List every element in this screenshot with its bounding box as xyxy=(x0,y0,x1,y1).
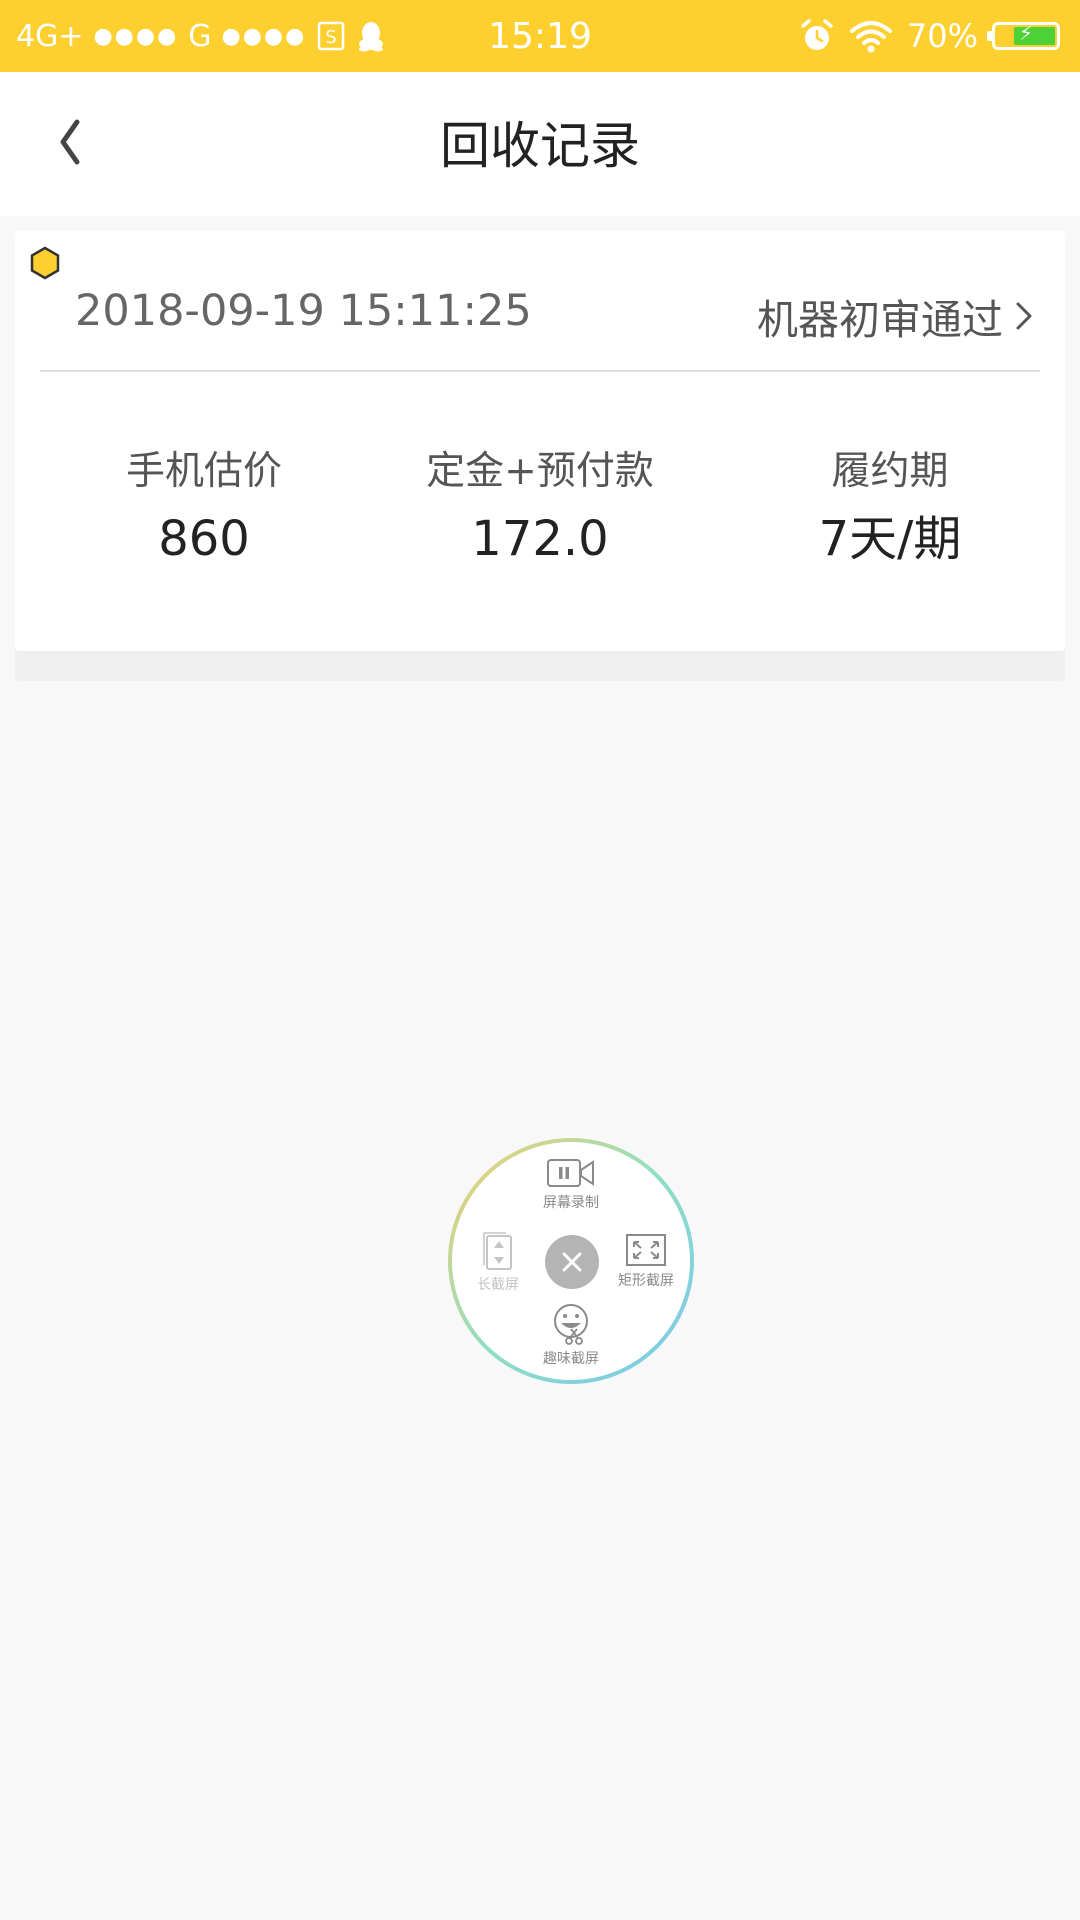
charging-bolt-icon: ⚡ xyxy=(1018,21,1034,45)
stat-label: 定金+预付款 xyxy=(426,449,654,494)
record-datetime: 2018-09-19 15:11:25 xyxy=(75,286,532,336)
close-button[interactable] xyxy=(545,1235,599,1289)
fun-screenshot-button[interactable]: 趣味截屏 xyxy=(521,1302,621,1368)
record-status-text: 机器初审通过 xyxy=(757,296,1003,344)
close-icon xyxy=(562,1252,582,1272)
stat-value: 7天/期 xyxy=(818,511,962,567)
status-right: 70% ⚡ xyxy=(799,0,1060,72)
screenshot-menu: 屏幕录制 长截屏 矩形截屏 趣味截屏 xyxy=(446,1136,696,1386)
long-screenshot-label: 长截屏 xyxy=(477,1277,519,1293)
rect-screenshot-button[interactable]: 矩形截屏 xyxy=(596,1232,696,1290)
page-title: 回收记录 xyxy=(440,117,640,175)
wifi-icon xyxy=(849,21,892,53)
rect-screenshot-label: 矩形截屏 xyxy=(618,1273,674,1289)
stat-deposit: 定金+预付款 172.0 xyxy=(365,446,715,570)
battery-percent: 70% xyxy=(906,17,978,55)
record-status-link[interactable]: 机器初审通过 xyxy=(757,286,1035,346)
long-screenshot-button[interactable]: 长截屏 xyxy=(448,1230,548,1294)
rect-screenshot-icon xyxy=(626,1234,666,1266)
smiley-scissors-icon xyxy=(554,1304,588,1345)
stat-phone-price: 手机估价 860 xyxy=(29,446,379,570)
battery-icon: ⚡ xyxy=(987,21,1060,50)
screen-record-button[interactable]: 屏幕录制 xyxy=(521,1156,621,1212)
alarm-clock-icon xyxy=(801,19,833,50)
chevron-right-icon xyxy=(1016,302,1032,330)
status-bar: 4G+ ●●●● G ●●●● S 15:19 70% ⚡ xyxy=(0,0,1080,72)
screen-record-label: 屏幕录制 xyxy=(543,1195,599,1211)
divider xyxy=(40,370,1040,372)
record-card[interactable]: 2018-09-19 15:11:25 机器初审通过 手机估价 860 定金+预… xyxy=(15,231,1065,651)
hexagon-marker-icon xyxy=(30,246,60,280)
stat-value: 860 xyxy=(158,511,250,567)
stat-period: 履约期 7天/期 xyxy=(715,446,1065,570)
stat-label: 手机估价 xyxy=(125,449,282,494)
video-camera-icon xyxy=(547,1159,594,1187)
fun-screenshot-label: 趣味截屏 xyxy=(543,1351,599,1367)
stat-label: 履约期 xyxy=(831,449,949,494)
stat-value: 172.0 xyxy=(471,511,609,567)
header: 回收记录 xyxy=(0,72,1080,216)
long-screenshot-icon xyxy=(483,1232,512,1270)
